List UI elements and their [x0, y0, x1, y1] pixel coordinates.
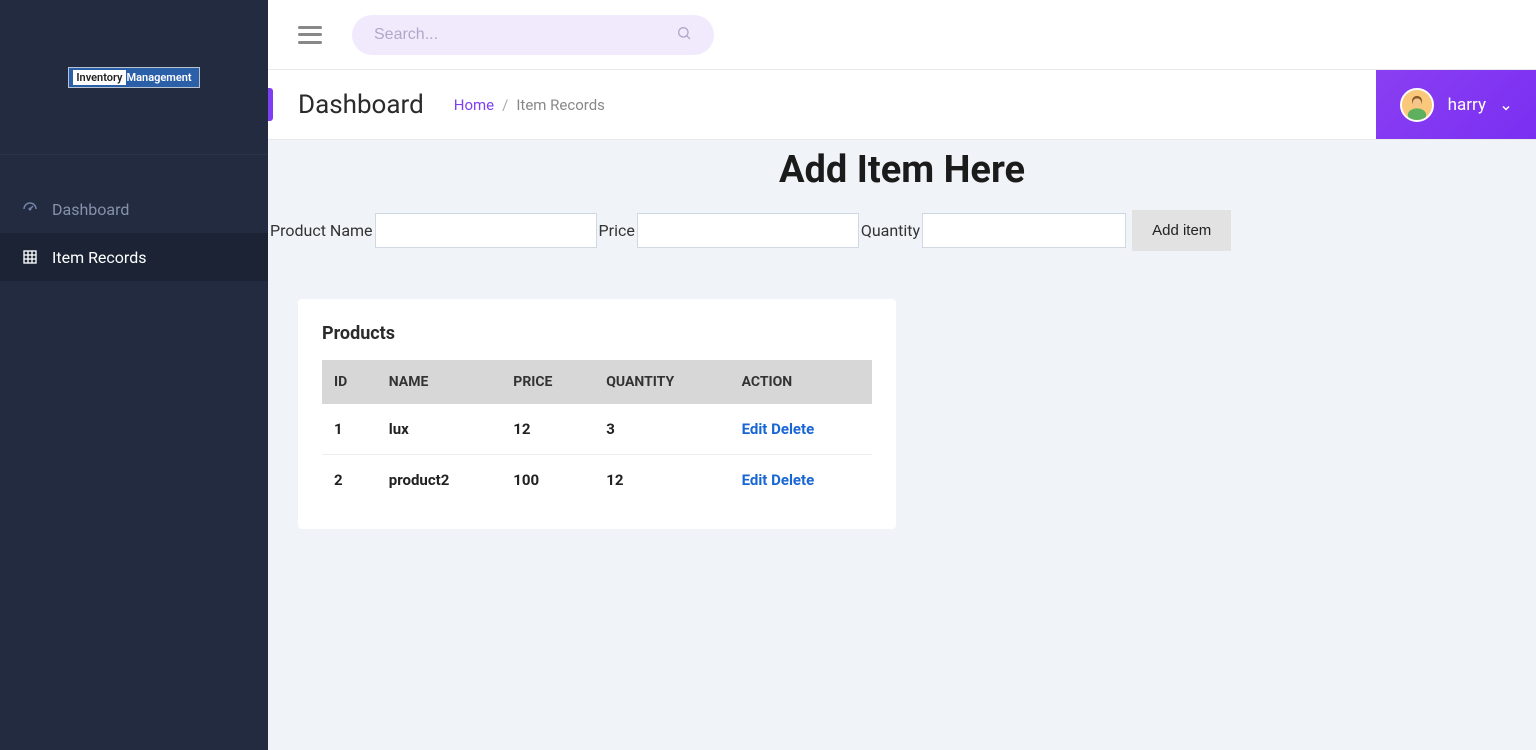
sidebar: Inventory Management Dashboard Item Reco… — [0, 0, 268, 750]
cell-action: Edit Delete — [730, 455, 872, 506]
table-row: 1lux123Edit Delete — [322, 404, 872, 455]
page-title: Dashboard — [298, 90, 424, 120]
price-input[interactable] — [637, 213, 859, 248]
main: Dashboard Home / Item Records harry Add … — [268, 0, 1536, 750]
app-logo: Inventory Management — [68, 67, 199, 88]
cell-price: 100 — [501, 455, 594, 506]
products-card: Products ID NAME PRICE QUANTITY ACTION 1… — [298, 299, 896, 529]
col-price: PRICE — [501, 360, 594, 404]
quantity-label: Quantity — [861, 221, 920, 240]
content-area: Add Item Here Product Name Price Quantit… — [268, 140, 1536, 750]
grid-icon — [20, 247, 40, 267]
col-action: ACTION — [730, 360, 872, 404]
cell-action: Edit Delete — [730, 404, 872, 455]
cell-quantity: 12 — [594, 455, 729, 506]
logo-area: Inventory Management — [0, 0, 268, 155]
delete-link[interactable]: Delete — [771, 471, 814, 489]
cell-price: 12 — [501, 404, 594, 455]
edit-link[interactable]: Edit — [742, 471, 768, 489]
dashboard-icon — [20, 199, 40, 219]
add-item-button[interactable]: Add item — [1132, 210, 1231, 251]
table-row: 2product210012Edit Delete — [322, 455, 872, 506]
col-quantity: QUANTITY — [594, 360, 729, 404]
cell-name: product2 — [377, 455, 502, 506]
quantity-input[interactable] — [922, 213, 1126, 248]
breadcrumb: Home / Item Records — [454, 96, 605, 114]
delete-link[interactable]: Delete — [771, 420, 814, 438]
edit-link[interactable]: Edit — [742, 420, 768, 438]
product-name-label: Product Name — [270, 221, 373, 240]
user-name: harry — [1448, 95, 1486, 115]
topbar — [268, 0, 1536, 70]
cell-id: 2 — [322, 455, 377, 506]
add-item-heading: Add Item Here — [268, 148, 1536, 192]
search-wrap — [352, 15, 714, 55]
sidebar-item-item-records[interactable]: Item Records — [0, 233, 268, 281]
price-label: Price — [599, 221, 635, 240]
breadcrumb-separator: / — [502, 96, 508, 114]
col-id: ID — [322, 360, 377, 404]
sidebar-item-label: Dashboard — [52, 200, 129, 219]
hamburger-icon[interactable] — [298, 26, 322, 44]
add-item-form: Product Name Price Quantity Add item — [268, 210, 1536, 251]
search-icon[interactable] — [676, 25, 692, 45]
sidebar-item-dashboard[interactable]: Dashboard — [0, 185, 268, 233]
products-title: Products — [322, 323, 872, 344]
cell-quantity: 3 — [594, 404, 729, 455]
sidebar-item-label: Item Records — [52, 248, 146, 267]
chevron-down-icon — [1500, 99, 1512, 111]
breadcrumb-home[interactable]: Home — [454, 96, 494, 114]
avatar — [1400, 88, 1434, 122]
cell-name: lux — [377, 404, 502, 455]
user-menu[interactable]: harry — [1376, 70, 1536, 139]
breadcrumb-current: Item Records — [516, 96, 605, 114]
product-name-input[interactable] — [375, 213, 597, 248]
logo-text-1: Inventory — [73, 70, 125, 85]
search-input[interactable] — [374, 26, 676, 44]
col-name: NAME — [377, 360, 502, 404]
logo-text-2: Management — [126, 70, 195, 85]
products-table: ID NAME PRICE QUANTITY ACTION 1lux123Edi… — [322, 360, 872, 505]
nav-list: Dashboard Item Records — [0, 155, 268, 281]
headerbar: Dashboard Home / Item Records harry — [268, 70, 1536, 140]
table-header-row: ID NAME PRICE QUANTITY ACTION — [322, 360, 872, 404]
cell-id: 1 — [322, 404, 377, 455]
